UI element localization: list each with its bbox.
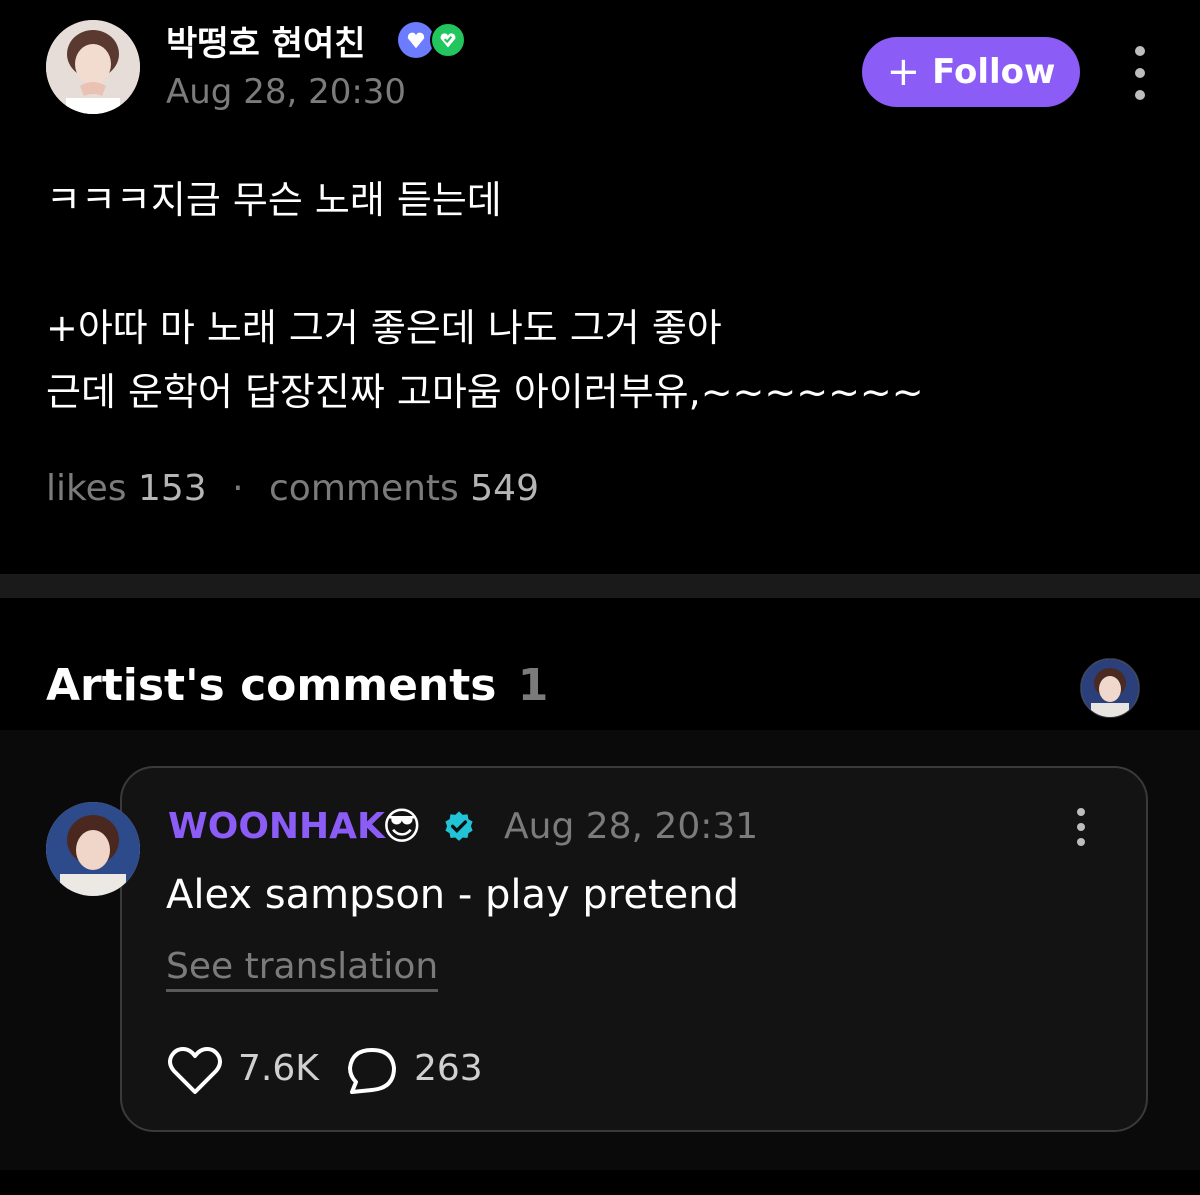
post-timestamp: Aug 28, 20:30: [166, 72, 407, 112]
reply-bubble-icon[interactable]: [346, 1046, 398, 1096]
follow-button[interactable]: + Follow: [862, 37, 1080, 107]
artist-avatar-small[interactable]: [1080, 658, 1140, 718]
likes-label: likes: [46, 468, 127, 509]
membership-badge-icon: [398, 22, 434, 58]
plus-icon: +: [886, 49, 921, 95]
commenter-name[interactable]: WOONHAK: [168, 806, 385, 847]
follow-label: Follow: [932, 52, 1056, 92]
verified-icon: [442, 810, 476, 844]
post-content: ㅋㅋㅋ지금 무슨 노래 듣는데 +아따 마 노래 그거 좋은데 나도 그거 좋아…: [46, 168, 1156, 424]
post-stats: likes 153 · comments 549: [46, 468, 539, 509]
stats-separator: ·: [232, 468, 244, 509]
artist-comments-heading: Artist's comments 1: [46, 660, 548, 711]
section-divider: [0, 574, 1200, 598]
likes-count: 153: [137, 468, 207, 509]
verified-heart-badge-icon: [430, 22, 466, 58]
author-avatar[interactable]: [46, 20, 140, 114]
comment-reply-count: 263: [414, 1048, 483, 1089]
heart-icon[interactable]: [168, 1046, 222, 1096]
comment-more-options-icon[interactable]: [1074, 808, 1088, 846]
sunglasses-emoji: 😎: [382, 804, 422, 848]
artist-comments-title: Artist's comments: [46, 660, 497, 711]
comment-like-count: 7.6K: [238, 1048, 319, 1089]
see-translation-link[interactable]: See translation: [166, 946, 439, 992]
badge-group: [398, 22, 466, 58]
comments-count[interactable]: 549: [470, 468, 539, 509]
comment-timestamp: Aug 28, 20:31: [504, 806, 759, 847]
author-name[interactable]: 박떵호 현여친: [166, 16, 366, 65]
comments-label[interactable]: comments: [269, 468, 459, 509]
artist-comments-count: 1: [517, 660, 549, 711]
commenter-avatar[interactable]: [46, 802, 140, 896]
post-text-line: +아따 마 노래 그거 좋은데 나도 그거 좋아: [46, 306, 722, 350]
comment-text: Alex sampson - play pretend: [166, 872, 740, 918]
post-text-line: 근데 운학어 답장진짜 고마움 아이러부유,~~~~~~~: [46, 370, 924, 414]
post-text-line: ㅋㅋㅋ지금 무슨 노래 듣는데: [46, 178, 502, 222]
post-more-options-icon[interactable]: [1130, 46, 1150, 100]
